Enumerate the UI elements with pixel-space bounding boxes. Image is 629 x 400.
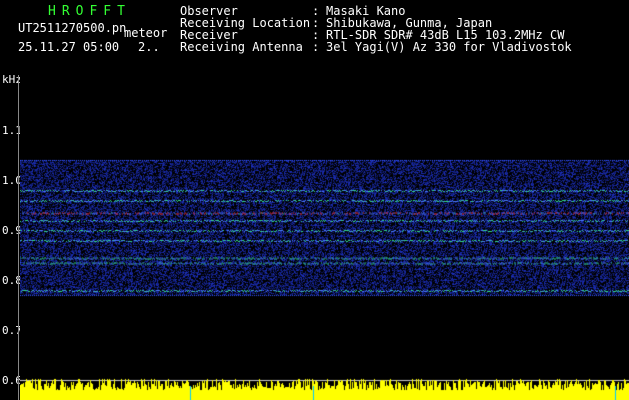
- spectrogram-canvas: [20, 75, 629, 400]
- field-label-antenna: Receiving Antenna: [180, 40, 303, 54]
- y-axis-line: [18, 75, 19, 400]
- mode-label: meteor: [124, 26, 168, 40]
- count-label: 2..: [138, 40, 160, 54]
- app-title: HROFFT: [48, 4, 131, 19]
- field-sep-antenna: :: [312, 40, 320, 54]
- datetime-label: 25.11.27 05:00: [18, 40, 120, 54]
- field-value-antenna: 3el Yagi(V) Az 330 for Vladivostok: [326, 40, 572, 54]
- spectrogram-plot: [20, 75, 629, 400]
- filename-label: UT2511270500.pn: [18, 21, 127, 35]
